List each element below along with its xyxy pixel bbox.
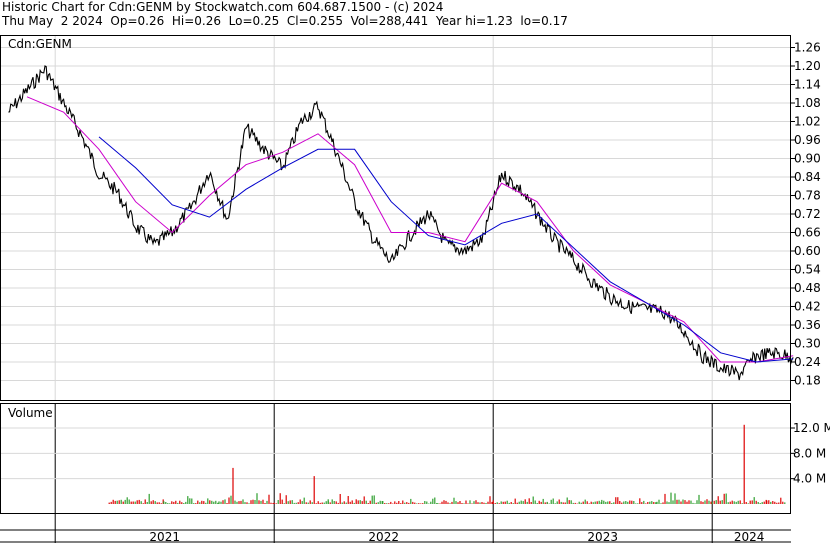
price-axis-ticks: 1.26 1.20 1.14 1.08 1.02 0.96 0.90 0.84 0.78 0.72… [790, 41, 821, 388]
volume-axis-ticks: 12.0 M 8.0 M 4.0 M [790, 421, 830, 486]
volume-grid [0, 403, 790, 543]
price-tick-label: 1.08 [794, 96, 821, 110]
chart-frame [0, 35, 791, 543]
price-tick-label: 0.72 [794, 207, 821, 221]
price-tick-label: 0.90 [794, 152, 821, 166]
volume-tick-label: 12.0 M [793, 421, 830, 435]
year-label: 2024 [734, 530, 765, 543]
moving-average-short-line [26, 96, 794, 363]
price-tick-label: 1.02 [794, 115, 821, 129]
volume-panel-label: Volume [8, 406, 53, 420]
year-label: 2021 [149, 530, 180, 543]
price-tick-label: 0.78 [794, 189, 821, 203]
price-tick-label: 1.20 [794, 59, 821, 73]
volume-panel-border [0, 403, 791, 514]
volume-tick-label: 8.0 M [793, 446, 826, 460]
price-series-layer [8, 65, 794, 381]
price-line [8, 65, 794, 381]
year-label: 2022 [368, 530, 399, 543]
price-grid [0, 35, 790, 400]
volume-tick-label: 4.0 M [793, 472, 826, 486]
chart-header-quote: Thu May 2 2024 Op=0.26 Hi=0.26 Lo=0.25 C… [2, 14, 568, 28]
price-tick-label: 1.26 [794, 41, 821, 55]
price-panel-border [0, 35, 791, 401]
price-tick-label: 0.84 [794, 170, 821, 184]
price-tick-label: 0.24 [794, 355, 821, 369]
price-tick-label: 0.60 [794, 244, 821, 258]
price-tick-label: 0.48 [794, 281, 821, 295]
price-tick-label: 0.36 [794, 318, 821, 332]
volume-bars-layer [108, 424, 786, 504]
price-tick-label: 0.54 [794, 263, 821, 277]
price-tick-label: 1.14 [794, 78, 821, 92]
moving-average-long-line [98, 136, 794, 363]
price-tick-label: 0.30 [794, 337, 821, 351]
price-tick-label: 0.66 [794, 226, 821, 240]
year-axis-labels: 2021 2022 2023 2024 [149, 530, 764, 543]
year-label: 2023 [587, 530, 618, 543]
stock-chart: 1.26 1.20 1.14 1.08 1.02 0.96 0.90 0.84 0.78 0.72… [0, 35, 830, 543]
chart-header-title: Historic Chart for Cdn:GENM by Stockwatc… [2, 0, 444, 14]
price-panel-label: Cdn:GENM [8, 37, 72, 51]
price-tick-label: 0.18 [794, 374, 821, 388]
price-tick-label: 0.42 [794, 300, 821, 314]
price-tick-label: 0.96 [794, 133, 821, 147]
